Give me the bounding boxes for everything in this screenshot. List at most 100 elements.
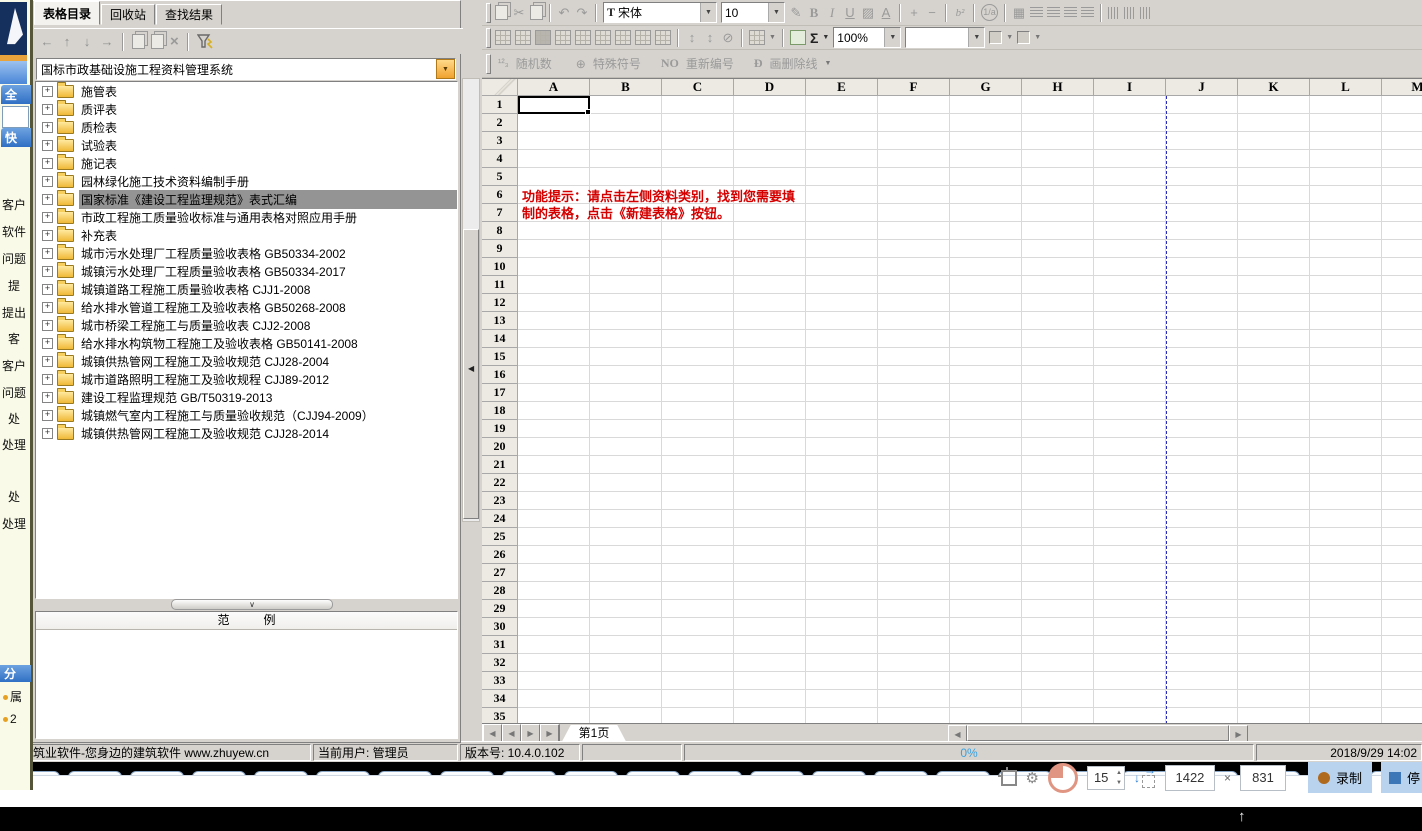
tree-item[interactable]: +给水排水构筑物工程施工及验收表格 GB50141-2008 <box>36 334 457 352</box>
expand-icon[interactable]: + <box>42 140 53 151</box>
timer-icon[interactable] <box>1048 763 1078 793</box>
row-header[interactable]: 35 <box>482 708 518 724</box>
resize-icon[interactable]: ↓ → <box>1134 767 1156 789</box>
fill-color-icon[interactable]: ▨ <box>861 5 875 21</box>
row-header[interactable]: 28 <box>482 582 518 600</box>
row-header[interactable]: 24 <box>482 510 518 528</box>
expand-icon[interactable]: + <box>42 320 53 331</box>
tree-item[interactable]: +城镇道路工程施工质量验收表格 CJJ1-2008 <box>36 280 457 298</box>
edge-item[interactable]: 问题 <box>2 250 30 267</box>
zoom-combo[interactable]: 100% ▼ <box>833 27 901 48</box>
view-table-icon[interactable] <box>790 30 806 45</box>
stop-button[interactable]: 停 <box>1381 762 1422 793</box>
expand-icon[interactable]: + <box>42 428 53 439</box>
row-header[interactable]: 4 <box>482 150 518 168</box>
tab-recycle-bin[interactable]: 回收站 <box>101 4 155 25</box>
format-brush-icon[interactable]: ✎ <box>789 5 803 21</box>
height-field[interactable]: 831 <box>1240 765 1286 791</box>
font-color-icon[interactable]: A <box>879 5 893 20</box>
tab-table-directory[interactable]: 表格目录 <box>34 1 100 25</box>
expand-icon[interactable]: + <box>42 392 53 403</box>
row-header[interactable]: 20 <box>482 438 518 456</box>
align-center-icon[interactable] <box>1047 7 1060 18</box>
tree-item[interactable]: +补充表 <box>36 226 457 244</box>
toolbar-grip[interactable] <box>486 3 491 23</box>
expand-icon[interactable]: + <box>42 302 53 313</box>
copy-icon[interactable] <box>495 5 508 20</box>
italic-icon[interactable]: I <box>825 5 839 21</box>
column-header[interactable]: E <box>806 79 878 96</box>
tree-scrollbar[interactable]: ◀ <box>462 78 480 522</box>
record-button[interactable]: 录制 <box>1308 762 1372 793</box>
forward-button[interactable]: → <box>100 34 114 49</box>
autosum-icon[interactable]: Σ <box>810 30 818 46</box>
copy-icon[interactable] <box>132 34 145 49</box>
pattern-icon[interactable] <box>635 30 651 45</box>
increase-icon[interactable]: + <box>907 5 921 20</box>
row-header[interactable]: 13 <box>482 312 518 330</box>
column-header[interactable]: J <box>1166 79 1238 96</box>
edge-search-input[interactable] <box>2 106 29 128</box>
expand-icon[interactable]: + <box>42 374 53 385</box>
sheet-tab[interactable]: 第1页 <box>562 725 626 742</box>
row-header[interactable]: 7 <box>482 204 518 222</box>
split-cell-icon[interactable] <box>555 30 571 45</box>
row-header[interactable]: 1 <box>482 96 518 114</box>
row-header[interactable]: 5 <box>482 168 518 186</box>
shading-icon[interactable] <box>615 30 631 45</box>
expand-icon[interactable]: + <box>42 176 53 187</box>
area-pattern-icon[interactable] <box>749 30 765 45</box>
row-header[interactable]: 11 <box>482 276 518 294</box>
tree-item[interactable]: +建设工程监理规范 GB/T50319-2013 <box>36 388 457 406</box>
expand-icon[interactable]: + <box>42 410 53 421</box>
clear-format-icon[interactable]: ⊘ <box>721 30 735 46</box>
row-header[interactable]: 32 <box>482 654 518 672</box>
insert-column-icon[interactable] <box>575 30 591 45</box>
edge-item[interactable]: 处理 <box>2 515 30 532</box>
autosum-dropdown-icon[interactable]: ▼ <box>822 34 829 41</box>
line-spacing-icon[interactable]: ↕ <box>703 30 717 45</box>
paste-icon[interactable] <box>530 5 543 20</box>
tree-item[interactable]: +城镇燃气室内工程施工与质量验收规范（CJJ94-2009） <box>36 406 457 424</box>
interval-stepper[interactable]: 15 ▲▼ <box>1087 766 1125 790</box>
edge-item[interactable]: 处 <box>8 488 36 505</box>
row-header[interactable]: 19 <box>482 420 518 438</box>
border-color-dropdown-icon[interactable]: ▼ <box>1006 34 1013 41</box>
edge-item[interactable]: 提 <box>8 277 36 294</box>
undo-icon[interactable]: ↶ <box>557 5 571 21</box>
edge-item[interactable]: 客户 <box>2 357 30 374</box>
font-size-combo[interactable]: 10 ▼ <box>721 2 785 23</box>
row-header[interactable]: 29 <box>482 600 518 618</box>
special-symbol-button[interactable]: 特殊符号 <box>593 55 641 72</box>
tree-item[interactable]: +试验表 <box>36 136 457 154</box>
row-header[interactable]: 14 <box>482 330 518 348</box>
expand-icon[interactable]: + <box>42 212 53 223</box>
column-header[interactable]: A <box>518 79 590 96</box>
align-left-icon[interactable] <box>1030 7 1043 18</box>
edge-item[interactable]: 软件 <box>2 223 30 240</box>
column-one-icon[interactable] <box>1108 7 1120 19</box>
gear-icon[interactable]: ⚙ <box>1026 769 1039 787</box>
tree-item[interactable]: +城镇供热管网工程施工及验收规范 CJJ28-2014 <box>36 424 457 442</box>
filter-icon[interactable] <box>197 34 214 49</box>
border-color-icon[interactable] <box>989 31 1002 44</box>
column-header[interactable]: C <box>662 79 734 96</box>
row-header[interactable]: 23 <box>482 492 518 510</box>
tree-item[interactable]: +施管表 <box>36 82 457 100</box>
table-style-icon[interactable] <box>535 30 551 45</box>
column-header[interactable]: B <box>590 79 662 96</box>
expand-icon[interactable]: + <box>42 356 53 367</box>
row-header[interactable]: 31 <box>482 636 518 654</box>
horizontal-scrollbar-thumb[interactable] <box>967 725 1229 741</box>
renumber-button[interactable]: 重新编号 <box>686 55 734 72</box>
strikeline-dropdown-icon[interactable]: ▼ <box>825 60 832 67</box>
edge-item[interactable]: 问题 <box>2 384 30 401</box>
column-header[interactable]: M <box>1382 79 1422 96</box>
edge-tab-quick[interactable]: 快 <box>1 128 31 147</box>
merge-cells-icon[interactable]: ▦ <box>1012 5 1026 21</box>
tree-scrollbar-thumb[interactable] <box>463 229 479 519</box>
column-header[interactable]: G <box>950 79 1022 96</box>
edge-item[interactable]: 客户 <box>2 196 30 213</box>
toolbar-grip[interactable] <box>486 54 491 74</box>
delete-row-icon[interactable] <box>515 30 531 45</box>
